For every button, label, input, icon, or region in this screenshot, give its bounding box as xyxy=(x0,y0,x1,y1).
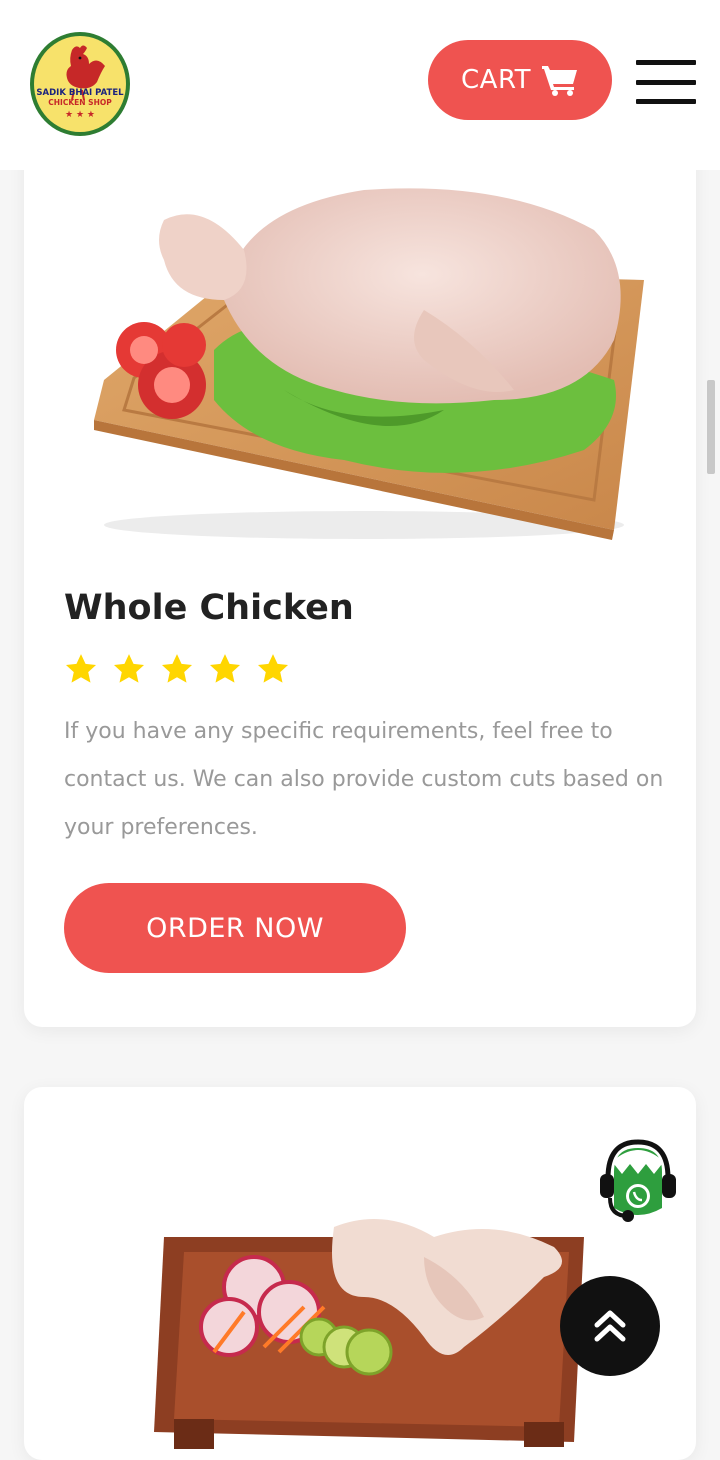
logo-stars-icon: ★ ★ ★ xyxy=(65,110,95,120)
shopping-cart-icon xyxy=(542,66,577,96)
star-icon xyxy=(209,654,241,683)
star-icon xyxy=(161,654,193,683)
double-chevron-up-icon xyxy=(594,1310,626,1342)
product-title: Whole Chicken xyxy=(64,588,354,628)
menu-bar xyxy=(636,99,696,104)
rating-stars xyxy=(64,652,290,686)
scrollbar-thumb[interactable] xyxy=(707,380,715,474)
whole-chicken-image xyxy=(64,160,664,550)
star-icon xyxy=(113,654,145,683)
menu-bar xyxy=(636,79,696,85)
hamburger-menu-icon[interactable] xyxy=(636,60,696,104)
product-description: If you have any specific requirements, f… xyxy=(64,719,664,840)
shop-logo[interactable]: SADIK BHAI PATEL CHICKEN SHOP ★ ★ ★ xyxy=(28,30,132,138)
star-icon xyxy=(65,654,97,683)
product-card xyxy=(24,1087,696,1460)
star-icon xyxy=(257,654,289,683)
menu-bar xyxy=(636,60,696,65)
scroll-to-top-button[interactable] xyxy=(560,1276,660,1376)
site-header: SADIK BHAI PATEL CHICKEN SHOP ★ ★ ★ CART xyxy=(0,0,720,170)
whatsapp-support-icon[interactable] xyxy=(598,1138,678,1224)
cart-button[interactable]: CART xyxy=(428,40,612,120)
product-card: Whole Chicken If you have any specific r… xyxy=(24,110,696,1027)
cart-label: CART xyxy=(461,65,531,95)
logo-line2: CHICKEN SHOP xyxy=(48,98,112,107)
logo-line1: SADIK BHAI PATEL xyxy=(36,88,124,98)
order-now-button[interactable]: ORDER NOW xyxy=(64,883,406,973)
